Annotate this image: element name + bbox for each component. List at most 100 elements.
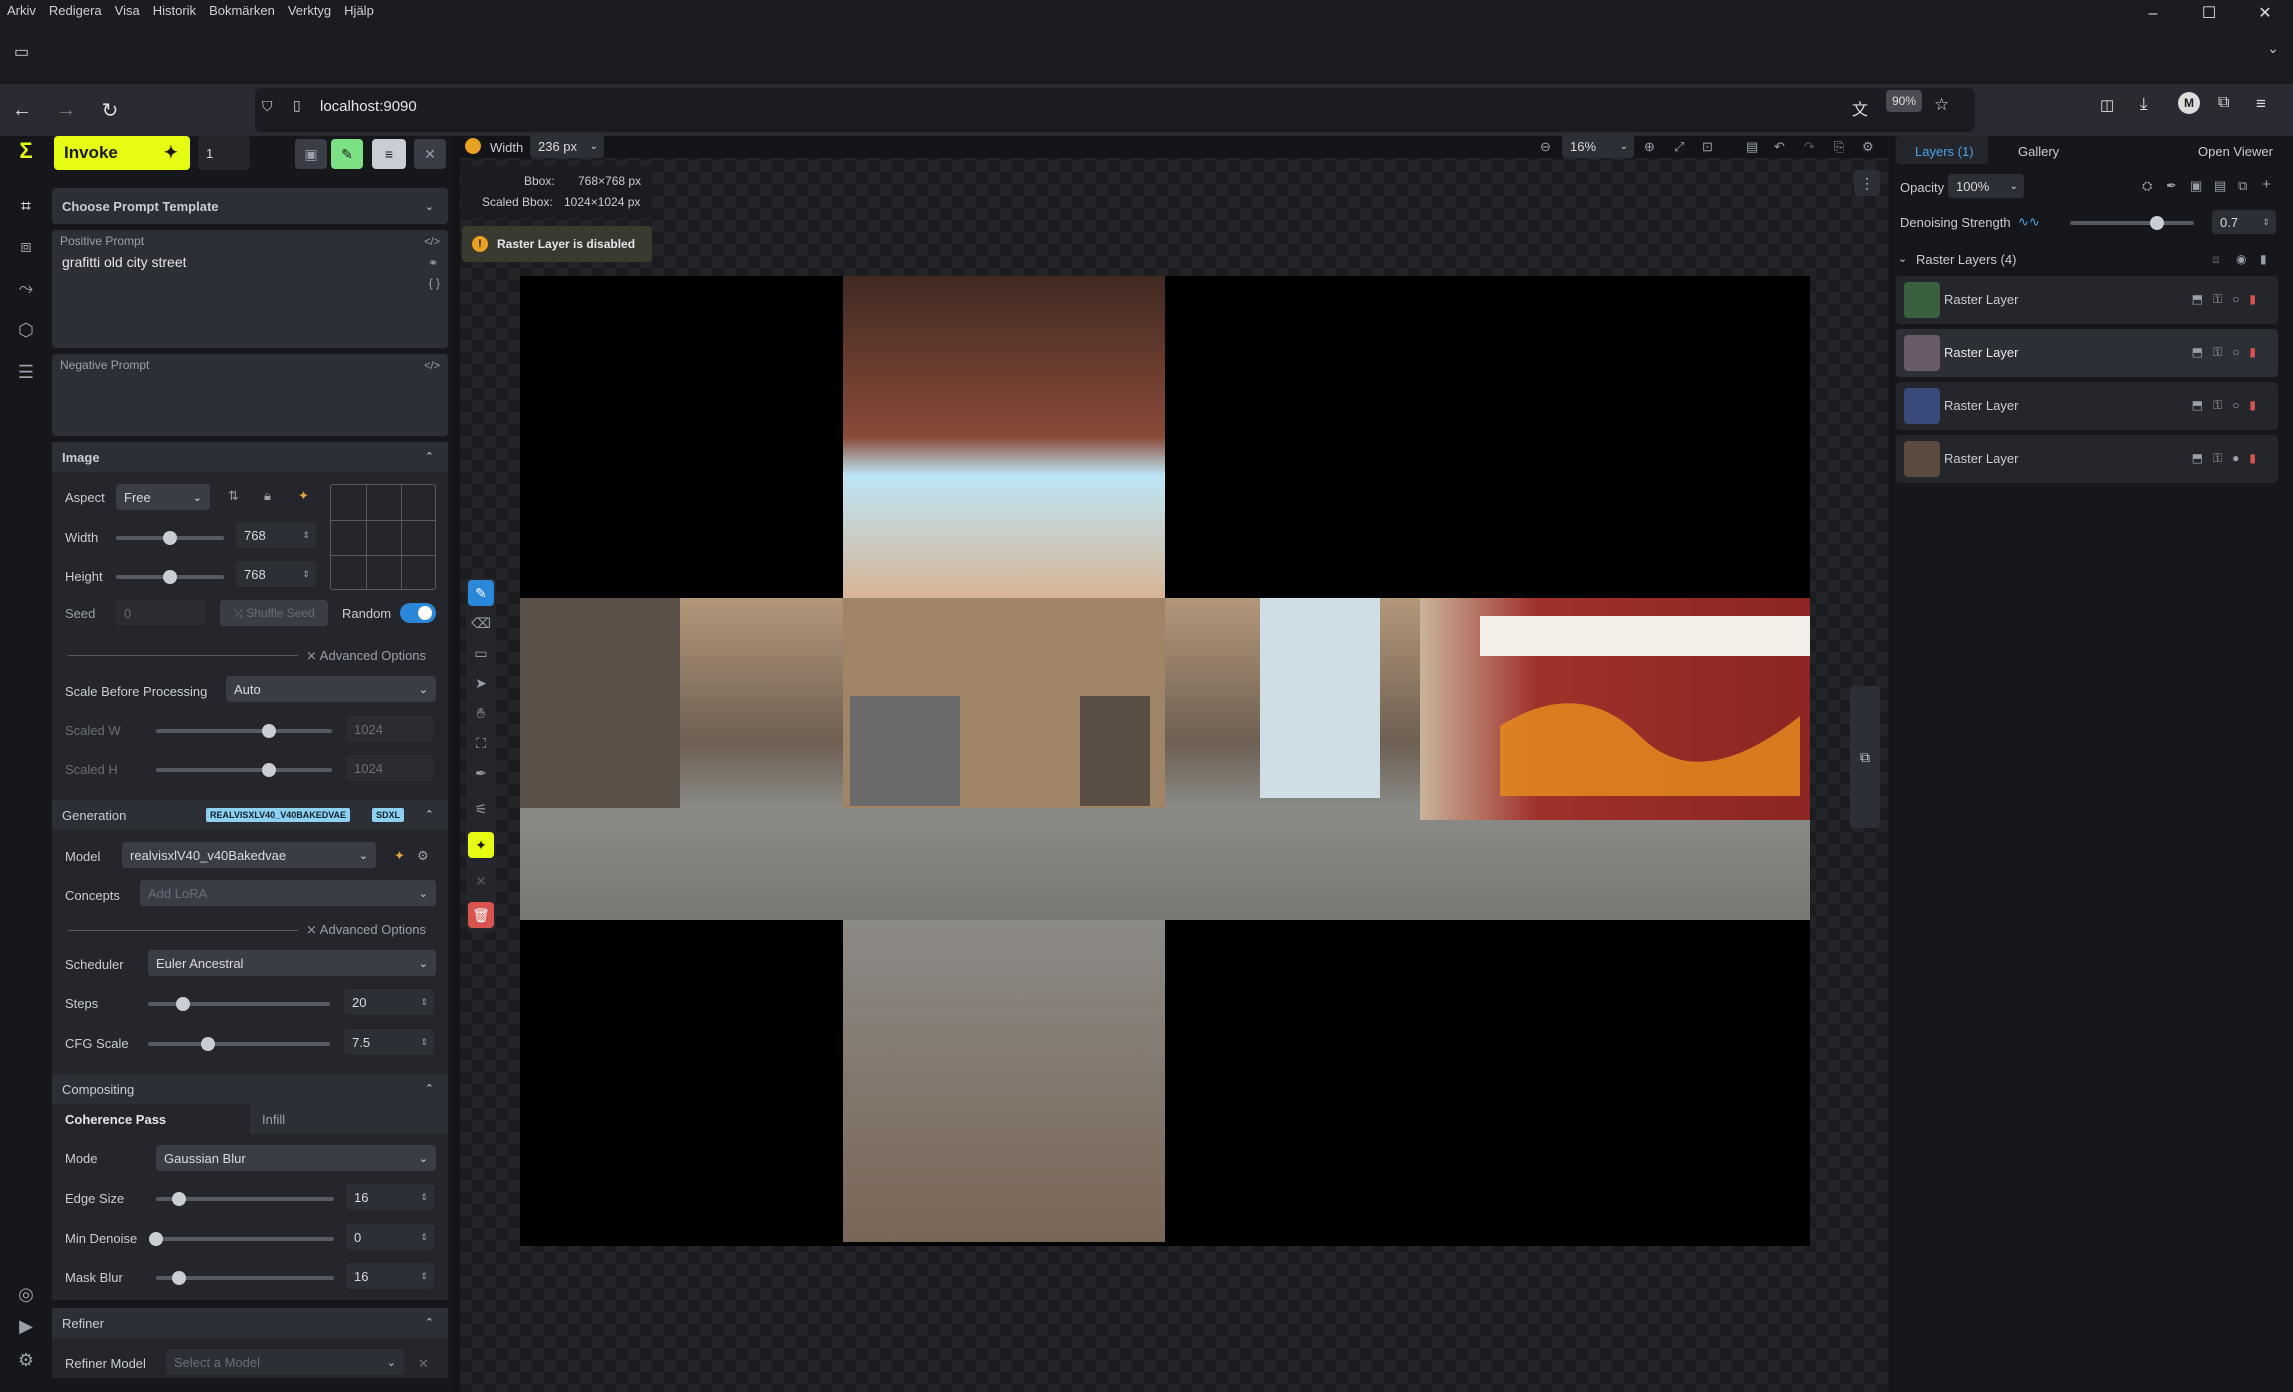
prompt-template-select[interactable]: Choose Prompt Template ⌄	[52, 188, 448, 224]
toggle-right-panel-button[interactable]: ⧉	[1850, 686, 1880, 828]
send-to-gallery-button[interactable]: ▣	[295, 139, 327, 169]
seed-input[interactable]: 0	[116, 600, 206, 626]
open-viewer-button[interactable]: Open Viewer	[2198, 144, 2273, 159]
mode-select[interactable]: Gaussian Blur ⌄	[156, 1145, 436, 1171]
advanced-options-toggle[interactable]: ⨯ Advanced Options	[306, 922, 426, 938]
queue-count-input[interactable]: 1	[198, 136, 250, 170]
random-toggle[interactable]	[400, 603, 436, 623]
eyedropper-icon[interactable]: ✒	[2166, 178, 2177, 194]
reset-view-icon[interactable]: ⎘	[1834, 139, 1844, 155]
layer-row[interactable]: Raster Layer ⬒⚿●▮	[1896, 435, 2278, 483]
queue-tab-icon[interactable]: ☰	[14, 362, 38, 386]
cancel-queue-button[interactable]: ✕	[414, 139, 446, 169]
account-avatar-icon[interactable]: M	[2178, 92, 2200, 114]
edge-size-slider[interactable]	[156, 1192, 334, 1206]
stepper-icon[interactable]: ⇕	[420, 1232, 428, 1243]
menu-arkiv[interactable]: Arkiv	[7, 3, 36, 18]
pocket-icon[interactable]: ◫	[2100, 96, 2114, 114]
denoise-slider[interactable]	[2070, 216, 2194, 230]
extensions-icon[interactable]: ⧉	[2218, 94, 2229, 112]
models-tab-icon[interactable]: ⬡	[14, 320, 38, 344]
save-icon[interactable]: ▤	[1746, 139, 1758, 155]
opacity-select[interactable]: 100% ⌄	[1948, 174, 2024, 198]
scaled-h-knob[interactable]	[261, 763, 276, 777]
sparkle-icon[interactable]: ✦	[394, 848, 405, 864]
layer-actions[interactable]: ⬒⚿●▮	[2192, 451, 2266, 466]
color-picker-button[interactable]: ✒	[468, 760, 494, 786]
aspect-select[interactable]: Free ⌄	[116, 484, 210, 510]
menu-verktyg[interactable]: Verktyg	[288, 3, 331, 18]
braces-icon[interactable]: { }	[429, 276, 440, 290]
fit-bbox-icon[interactable]: ⊡	[1702, 139, 1713, 155]
scheduler-select[interactable]: Euler Ancestral ⌄	[148, 950, 436, 976]
canvas-more-button[interactable]: ⋮	[1854, 170, 1880, 196]
delete-canvas-button[interactable]: 🗑︎	[468, 902, 494, 928]
tab-manager-icon[interactable]: ▭	[14, 42, 29, 62]
duplicate-icon[interactable]: ⧉	[2238, 178, 2247, 194]
brush-width-select[interactable]: 236 px ⌄	[530, 134, 604, 158]
stepper-icon[interactable]: ⇕	[302, 569, 310, 580]
steps-input[interactable]: 20 ⇕	[344, 989, 434, 1015]
scaled-h-input[interactable]: 1024	[346, 755, 434, 781]
swap-dimensions-icon[interactable]: ⇅	[228, 488, 239, 504]
add-layer-icon[interactable]: +	[2262, 176, 2271, 193]
url-text[interactable]: localhost:9090	[320, 98, 417, 115]
min-denoise-input[interactable]: 0 ⇕	[346, 1224, 434, 1250]
cfg-slider[interactable]	[148, 1037, 330, 1051]
height-slider-knob[interactable]	[163, 570, 177, 584]
layer-row[interactable]: Raster Layer ⬒⚿○▮	[1896, 382, 2278, 430]
width-slider-knob[interactable]	[163, 531, 177, 545]
eraser-tool-button[interactable]: ⌫	[468, 610, 494, 636]
rect-tool-button[interactable]: ▭	[468, 640, 494, 666]
min-denoise-slider[interactable]	[149, 1232, 334, 1246]
eye-icon[interactable]: ◉	[2236, 252, 2246, 266]
stepper-icon[interactable]: ⇕	[420, 1192, 428, 1203]
image-section-header[interactable]: Image ⌃	[52, 442, 448, 472]
list-all-tabs-icon[interactable]: ⌄	[2267, 40, 2279, 57]
bookmark-star-icon[interactable]: ☆	[1934, 95, 1949, 115]
hamburger-menu-icon[interactable]: ≡	[2256, 94, 2266, 114]
queue-menu-button[interactable]: ≡	[372, 139, 406, 169]
maximize-icon[interactable]: ☐	[2181, 0, 2237, 28]
positive-prompt-text[interactable]: grafitti old city street	[62, 254, 187, 270]
scaled-w-slider[interactable]	[156, 724, 332, 738]
brush-color-swatch[interactable]	[465, 138, 481, 154]
compositing-section-header[interactable]: Compositing ⌃	[52, 1074, 448, 1104]
video-icon[interactable]: ▶	[14, 1316, 38, 1340]
fit-to-screen-icon[interactable]: ⤢	[1674, 139, 1684, 155]
invoke-button[interactable]: Invoke ✦	[54, 136, 190, 170]
lock-aspect-icon[interactable]: 🔒︎	[264, 488, 271, 504]
layer-name[interactable]: Raster Layer	[1944, 451, 2018, 466]
zoom-badge[interactable]: 90%	[1886, 90, 1923, 112]
workflows-tab-icon[interactable]: ⤳	[14, 278, 38, 302]
denoise-knob[interactable]	[2149, 216, 2164, 230]
minimize-icon[interactable]: –	[2125, 0, 2181, 28]
menu-bokmarken[interactable]: Bokmärken	[209, 3, 275, 18]
menu-visa[interactable]: Visa	[115, 3, 140, 18]
canvas-image[interactable]	[520, 276, 1810, 1246]
scaled-h-slider[interactable]	[156, 763, 332, 777]
cfg-input[interactable]: 7.5 ⇕	[344, 1029, 434, 1055]
model-settings-icon[interactable]: ⚙	[417, 848, 429, 864]
lora-select[interactable]: Add LoRA ⌄	[140, 880, 436, 906]
ideas-icon[interactable]: ◎	[14, 1284, 38, 1308]
scale-select[interactable]: Auto ⌄	[226, 676, 436, 702]
advanced-options-toggle[interactable]: ⨯ Advanced Options	[306, 648, 426, 664]
refiner-model-select[interactable]: Select a Model ⌄	[166, 1349, 404, 1375]
scaled-w-knob[interactable]	[261, 724, 276, 738]
mask-blur-input[interactable]: 16 ⇕	[346, 1263, 434, 1289]
downloads-icon[interactable]: ⤓	[2140, 94, 2148, 114]
layer-row[interactable]: Raster Layer ⬒⚿○▮	[1896, 329, 2278, 377]
min-denoise-knob[interactable]	[149, 1232, 163, 1246]
reload-icon[interactable]: ↻	[88, 98, 132, 123]
width-slider[interactable]	[116, 531, 224, 545]
mask-blur-slider[interactable]	[156, 1271, 334, 1285]
menu-historik[interactable]: Historik	[153, 3, 196, 18]
code-icon[interactable]: </>	[424, 360, 440, 372]
brush-tool-button[interactable]: ✎	[468, 580, 494, 606]
link-icon[interactable]: ⚭	[428, 256, 438, 270]
scaled-w-input[interactable]: 1024	[346, 716, 434, 742]
code-icon[interactable]: </>	[424, 236, 440, 248]
menu-hjalp[interactable]: Hjälp	[344, 3, 374, 18]
zoom-out-icon[interactable]: ⊖	[1540, 139, 1551, 155]
